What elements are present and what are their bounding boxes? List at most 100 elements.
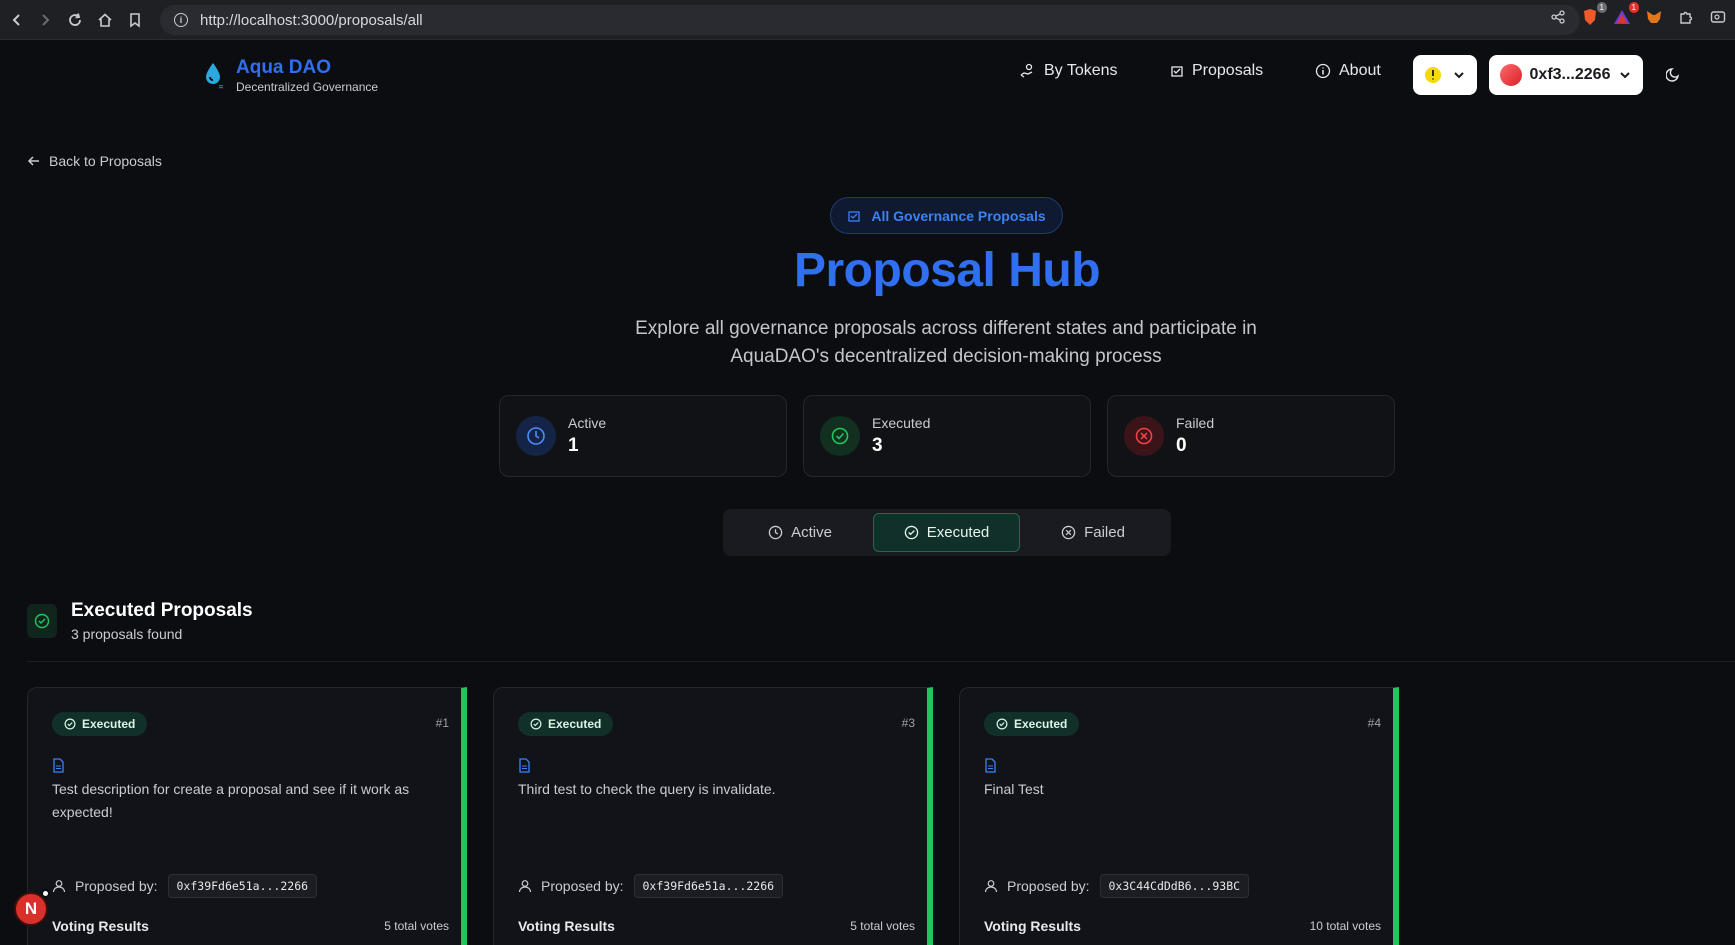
status-tabs: Active Executed Failed bbox=[723, 509, 1171, 556]
voting-results-title: Voting Results bbox=[518, 918, 615, 934]
stat-card-active: Active 1 bbox=[499, 395, 787, 477]
document-icon bbox=[985, 758, 996, 773]
nav-about[interactable]: About bbox=[1315, 62, 1381, 80]
proposed-by-label: Proposed by: bbox=[75, 878, 158, 894]
check-circle-icon bbox=[530, 718, 542, 730]
section-header: Executed Proposals 3 proposals found bbox=[27, 600, 253, 642]
brave-shield-icon[interactable]: 1 bbox=[1579, 2, 1607, 28]
share-icon[interactable] bbox=[1547, 6, 1569, 28]
tab-label: Active bbox=[791, 524, 832, 541]
chevron-down-icon bbox=[1454, 72, 1464, 79]
site-info-icon[interactable]: i bbox=[174, 13, 188, 27]
back-link-label: Back to Proposals bbox=[49, 153, 162, 169]
proposal-number: #4 bbox=[1367, 716, 1381, 730]
proposer-address[interactable]: 0x3C44CdDdB6...93BC bbox=[1099, 874, 1250, 898]
check-circle-icon bbox=[904, 525, 918, 540]
divider bbox=[27, 661, 1735, 662]
wallet-address: 0xf3...2266 bbox=[1529, 66, 1611, 83]
wallet-icon[interactable] bbox=[1707, 6, 1729, 28]
status-badge: Executed bbox=[52, 712, 148, 736]
info-icon bbox=[1315, 63, 1331, 79]
hero-pill-label: All Governance Proposals bbox=[871, 207, 1046, 224]
nav-by-tokens[interactable]: By Tokens bbox=[1020, 62, 1118, 80]
water-drop-icon bbox=[206, 63, 224, 89]
tab-label: Failed bbox=[1084, 524, 1125, 541]
stat-card-failed: Failed 0 bbox=[1107, 395, 1395, 477]
document-icon bbox=[53, 758, 64, 773]
stat-label: Failed bbox=[1176, 415, 1215, 431]
forward-icon[interactable] bbox=[30, 5, 60, 35]
proposed-by-label: Proposed by: bbox=[1007, 878, 1090, 894]
nav-label: By Tokens bbox=[1044, 62, 1118, 79]
app-name: Aqua DAO bbox=[236, 57, 331, 78]
metamask-icon[interactable] bbox=[1643, 6, 1665, 28]
status-badge: Executed bbox=[984, 712, 1080, 736]
nav-label: Proposals bbox=[1192, 62, 1264, 79]
proposal-card[interactable]: Executed #3 Third test to check the quer… bbox=[493, 687, 933, 945]
status-label: Executed bbox=[1014, 717, 1068, 731]
back-to-proposals-link[interactable]: Back to Proposals bbox=[27, 153, 162, 169]
check-circle-icon bbox=[820, 416, 860, 456]
rewards-icon[interactable]: 1 bbox=[1611, 2, 1639, 28]
indicator-dot bbox=[41, 889, 50, 898]
proposal-card[interactable]: Executed #1 Test description for create … bbox=[27, 687, 467, 945]
hand-coins-icon bbox=[1020, 63, 1033, 78]
moon-icon[interactable] bbox=[1665, 66, 1682, 87]
home-icon[interactable] bbox=[90, 5, 120, 35]
app-header: Aqua DAO Decentralized Governance By Tok… bbox=[0, 40, 1735, 110]
proposer-address[interactable]: 0xf39Fd6e51a...2266 bbox=[167, 874, 318, 898]
document-icon bbox=[519, 758, 530, 773]
clock-icon bbox=[768, 525, 783, 540]
stat-value: 0 bbox=[1176, 435, 1187, 456]
stat-card-executed: Executed 3 bbox=[803, 395, 1091, 477]
proposal-number: #3 bbox=[901, 716, 915, 730]
stat-value: 1 bbox=[568, 435, 579, 456]
user-icon bbox=[984, 880, 998, 893]
chevron-down-icon bbox=[1620, 72, 1631, 79]
stat-value: 3 bbox=[872, 435, 883, 456]
proposer-row: Proposed by: 0xf39Fd6e51a...2266 bbox=[518, 874, 784, 898]
tab-label: Executed bbox=[926, 524, 990, 541]
stat-label: Executed bbox=[872, 415, 931, 431]
section-title: Executed Proposals bbox=[71, 600, 253, 621]
proposal-description: Third test to check the query is invalid… bbox=[518, 781, 776, 797]
proposer-row: Proposed by: 0x3C44CdDdB6...93BC bbox=[984, 874, 1250, 898]
proposal-card[interactable]: Executed #4 Final Test Proposed by: 0x3C… bbox=[959, 687, 1399, 945]
status-label: Executed bbox=[82, 717, 136, 731]
proposed-by-label: Proposed by: bbox=[541, 878, 624, 894]
extensions-area: 1 1 bbox=[1547, 2, 1735, 28]
ballot-icon bbox=[848, 210, 860, 222]
tab-active[interactable]: Active bbox=[727, 513, 873, 552]
tab-executed[interactable]: Executed bbox=[873, 513, 1020, 552]
ballot-icon bbox=[1171, 66, 1183, 77]
address-bar[interactable]: i http://localhost:3000/proposals/all bbox=[160, 5, 1580, 35]
reload-icon[interactable] bbox=[60, 5, 90, 35]
proposer-row: Proposed by: 0xf39Fd6e51a...2266 bbox=[52, 874, 318, 898]
nav-proposals[interactable]: Proposals bbox=[1170, 62, 1263, 80]
user-icon bbox=[518, 880, 532, 893]
back-icon[interactable] bbox=[2, 5, 32, 35]
app-logo[interactable]: Aqua DAO Decentralized Governance bbox=[202, 58, 378, 94]
stat-label: Active bbox=[568, 415, 607, 431]
proposal-number: #1 bbox=[435, 716, 449, 730]
page-title: Proposal Hub bbox=[793, 244, 1101, 297]
voting-results-title: Voting Results bbox=[52, 918, 149, 934]
total-votes: 10 total votes bbox=[1309, 919, 1381, 933]
x-circle-icon bbox=[1124, 416, 1164, 456]
browser-toolbar: i http://localhost:3000/proposals/all 1 … bbox=[0, 0, 1735, 40]
warning-icon bbox=[1425, 67, 1441, 83]
check-circle-icon bbox=[996, 718, 1008, 730]
user-icon bbox=[52, 880, 66, 893]
url-text: http://localhost:3000/proposals/all bbox=[200, 11, 423, 29]
network-selector[interactable] bbox=[1413, 55, 1477, 95]
wallet-avatar bbox=[1499, 64, 1522, 86]
puzzle-icon[interactable] bbox=[1675, 6, 1697, 28]
proposal-description: Test description for create a proposal a… bbox=[52, 781, 410, 820]
proposer-address[interactable]: 0xf39Fd6e51a...2266 bbox=[633, 874, 784, 898]
wallet-button[interactable]: 0xf3...2266 bbox=[1489, 55, 1643, 95]
x-circle-icon bbox=[1061, 525, 1076, 540]
tab-failed[interactable]: Failed bbox=[1020, 513, 1166, 552]
bookmark-icon[interactable] bbox=[120, 5, 150, 35]
app-tagline: Decentralized Governance bbox=[236, 80, 379, 94]
voting-results-title: Voting Results bbox=[984, 918, 1081, 934]
